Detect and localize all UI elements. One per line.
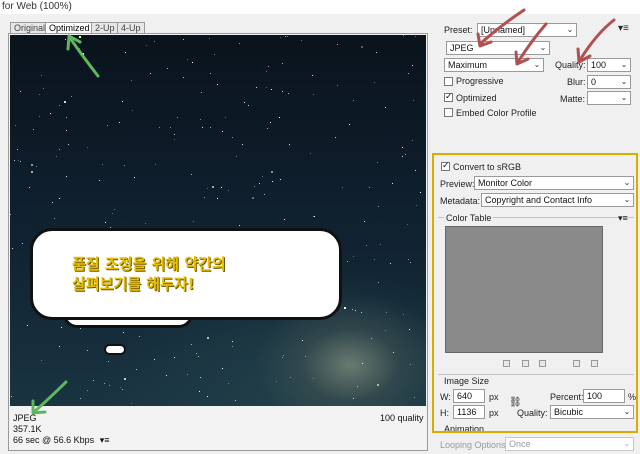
green-arrow-info: [32, 380, 68, 414]
red-arrow-compression: [516, 22, 548, 64]
red-arrow-quality: [578, 18, 616, 62]
annotation-arrows: [31, 8, 616, 415]
green-arrow-tab: [68, 36, 100, 78]
red-arrow-preset: [478, 8, 526, 46]
